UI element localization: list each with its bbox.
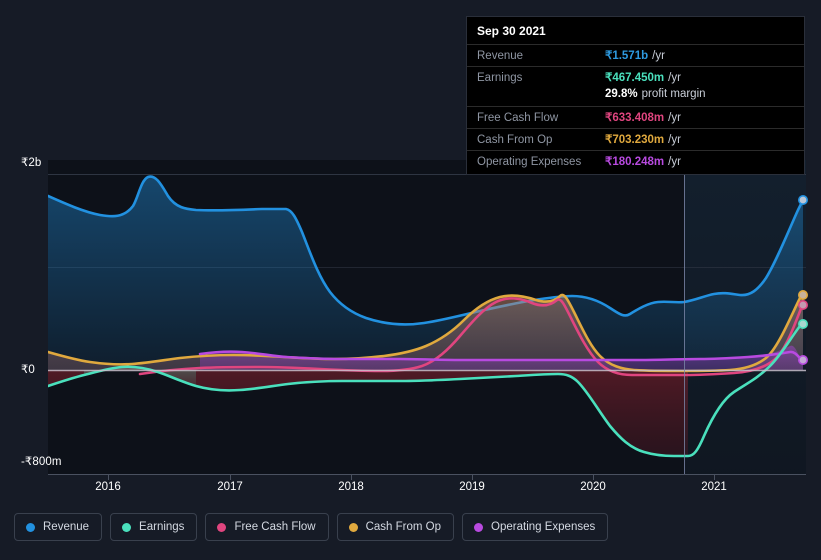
tooltip-unit-cash-from-op: /yr: [668, 134, 681, 146]
tooltip-row-earnings: Earnings ₹467.450m /yr: [467, 66, 804, 88]
tooltip-row-revenue: Revenue ₹1.571b /yr: [467, 44, 804, 66]
x-axis-label-2021: 2021: [701, 481, 727, 493]
free-cash-flow-color-dot-icon: [217, 522, 227, 532]
tooltip-row-free-cash-flow: Free Cash Flow ₹633.408m /yr: [467, 106, 804, 128]
legend-label-operating-expenses: Operating Expenses: [491, 521, 596, 533]
x-axis-label-2017: 2017: [217, 481, 243, 493]
operating-expenses-color-dot-icon: [474, 522, 484, 532]
tooltip-label-free-cash-flow: Free Cash Flow: [477, 112, 559, 124]
tooltip-value-profit-margin: 29.8%: [605, 88, 638, 100]
earnings-endpoint-dot: [797, 318, 808, 329]
legend-item-operating-expenses[interactable]: Operating Expenses: [462, 513, 609, 541]
legend-label-cash-from-op: Cash From Op: [365, 521, 442, 533]
financial-chart: ₹2b ₹0 -₹800m 2016 2017 2018 2019 2020 2…: [0, 0, 821, 560]
legend-label-revenue: Revenue: [43, 521, 90, 533]
cash-from-op-endpoint-dot: [797, 289, 808, 300]
free-cash-flow-endpoint-dot: [797, 299, 808, 310]
x-axis-label-2019: 2019: [459, 481, 485, 493]
legend-item-revenue[interactable]: Revenue: [14, 513, 103, 541]
legend-label-earnings: Earnings: [139, 521, 185, 533]
tooltip-value-earnings: ₹467.450m: [605, 72, 665, 84]
x-axis-label-2018: 2018: [338, 481, 364, 493]
legend-label-free-cash-flow: Free Cash Flow: [234, 521, 316, 533]
chart-tooltip: Sep 30 2021 Revenue ₹1.571b /yr Earnings…: [466, 16, 805, 175]
tooltip-label-operating-expenses: Operating Expenses: [477, 156, 582, 168]
tooltip-label-earnings: Earnings: [477, 72, 523, 84]
legend-item-earnings[interactable]: Earnings: [110, 513, 198, 541]
revenue-endpoint-dot: [797, 195, 808, 206]
tooltip-value-cash-from-op: ₹703.230m: [605, 134, 665, 146]
revenue-color-dot-icon: [26, 522, 35, 532]
tooltip-text-profit-margin: profit margin: [641, 88, 706, 100]
cash-from-op-color-dot-icon: [348, 522, 358, 532]
tooltip-label-revenue: Revenue: [477, 50, 524, 62]
y-axis-label-zero: ₹0: [21, 364, 35, 376]
tooltip-unit-earnings: /yr: [668, 72, 681, 84]
legend-item-cash-from-op[interactable]: Cash From Op: [336, 513, 455, 541]
tooltip-value-free-cash-flow: ₹633.408m: [605, 112, 665, 124]
tooltip-label-cash-from-op: Cash From Op: [477, 134, 553, 146]
legend-item-free-cash-flow[interactable]: Free Cash Flow: [205, 513, 329, 541]
tooltip-row-operating-expenses: Operating Expenses ₹180.248m /yr: [467, 150, 804, 172]
x-axis-label-2016: 2016: [95, 481, 121, 493]
tooltip-date: Sep 30 2021: [477, 24, 546, 38]
tooltip-value-operating-expenses: ₹180.248m: [605, 156, 665, 168]
earnings-color-dot-icon: [122, 522, 132, 532]
chart-legend: Revenue Earnings Free Cash Flow Cash Fro…: [14, 513, 609, 541]
tooltip-row-cash-from-op: Cash From Op ₹703.230m /yr: [467, 128, 804, 150]
tooltip-unit-operating-expenses: /yr: [668, 156, 681, 168]
tooltip-value-revenue: ₹1.571b: [605, 50, 649, 62]
tooltip-unit-revenue: /yr: [652, 50, 665, 62]
operating-expenses-endpoint-dot: [797, 354, 808, 365]
tooltip-row-profit-margin: 29.8% profit margin: [467, 88, 804, 106]
tooltip-unit-free-cash-flow: /yr: [668, 112, 681, 124]
y-axis-label-top: ₹2b: [21, 157, 42, 169]
x-axis-label-2020: 2020: [580, 481, 606, 493]
y-axis-label-bottom: -₹800m: [21, 456, 62, 468]
